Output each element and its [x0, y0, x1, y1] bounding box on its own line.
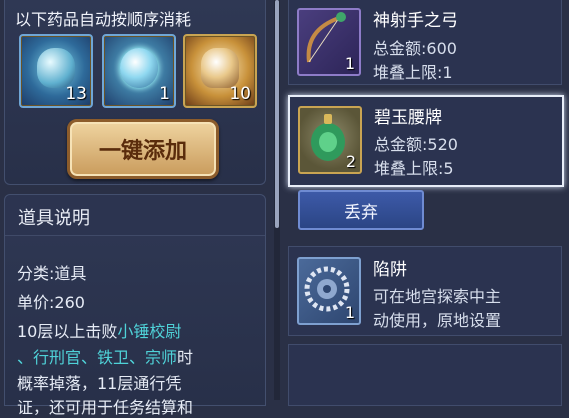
- monster-link[interactable]: 、行刑官、铁卫、宗师: [17, 348, 177, 367]
- stack-count: 2: [345, 152, 356, 171]
- inventory-item-trap[interactable]: 1 陷阱 可在地宫探索中主 动使用，原地设置: [288, 246, 562, 336]
- item-total-price: 总金额:600: [373, 39, 457, 58]
- inventory-item-bow[interactable]: 1 神射手之弓 总金额:600 堆叠上限:1: [288, 0, 562, 85]
- description-text: 时: [177, 348, 194, 367]
- item-name: 碧玉腰牌: [374, 108, 442, 128]
- item-icon-slot: 1: [297, 8, 361, 76]
- inventory-item-jade-token-selected[interactable]: 2 碧玉腰牌 总金额:520 堆叠上限:5: [288, 95, 564, 187]
- item-description: 可在地宫探索中主: [373, 287, 502, 306]
- description-line-1: 10层以上击败小锤校尉: [17, 318, 181, 342]
- description-line-2: 、行刑官、铁卫、宗师时: [17, 344, 193, 368]
- category-text: 分类:道具: [17, 264, 87, 283]
- description-header: 道具说明: [5, 195, 265, 236]
- description-text: 10层以上击败: [17, 322, 118, 341]
- slot-count: 13: [65, 84, 87, 104]
- golden-gourd-icon: [201, 48, 239, 88]
- potion-slot-2[interactable]: 1: [102, 34, 176, 108]
- scrollbar-thumb[interactable]: [275, 0, 279, 228]
- unit-price-text: 单价:260: [17, 293, 85, 312]
- description-title: 道具说明: [18, 208, 90, 229]
- item-stack-limit: 堆叠上限:5: [374, 159, 454, 178]
- slot-count: 10: [229, 84, 251, 104]
- auto-consume-panel: 以下药品自动按顺序消耗 13 1 10 一键添加: [4, 0, 266, 185]
- monster-link[interactable]: 小锤校尉: [117, 322, 181, 341]
- item-icon-slot: 2: [298, 106, 362, 174]
- item-stack-limit: 堆叠上限:1: [373, 63, 453, 82]
- crystal-orb-icon: [120, 48, 158, 88]
- item-description: 动使用，原地设置: [373, 311, 502, 330]
- stack-count: 1: [344, 303, 355, 322]
- item-description-panel: 道具说明 分类:道具 单价:260 10层以上击败小锤校尉 、行刑官、铁卫、宗师…: [4, 194, 266, 417]
- stack-count: 1: [344, 54, 355, 73]
- description-line-4: 证，还可用于任务结算和: [17, 398, 194, 417]
- discard-button[interactable]: 丢弃: [298, 190, 424, 230]
- item-total-price: 总金额:520: [374, 135, 458, 154]
- item-icon-slot: 1: [297, 257, 361, 325]
- item-name: 神射手之弓: [373, 11, 458, 31]
- consume-panel-title: 以下药品自动按顺序消耗: [15, 10, 192, 29]
- item-name: 陷阱: [373, 260, 407, 280]
- one-click-add-button[interactable]: 一键添加: [67, 119, 219, 179]
- potion-slot-3[interactable]: 10: [183, 34, 257, 108]
- description-line-3: 概率掉落，11层通行凭: [17, 374, 182, 393]
- inventory-item-empty[interactable]: [288, 344, 562, 406]
- slot-count: 1: [159, 84, 170, 104]
- potion-slot-1[interactable]: 13: [19, 34, 93, 108]
- potion-jar-icon: [37, 48, 75, 88]
